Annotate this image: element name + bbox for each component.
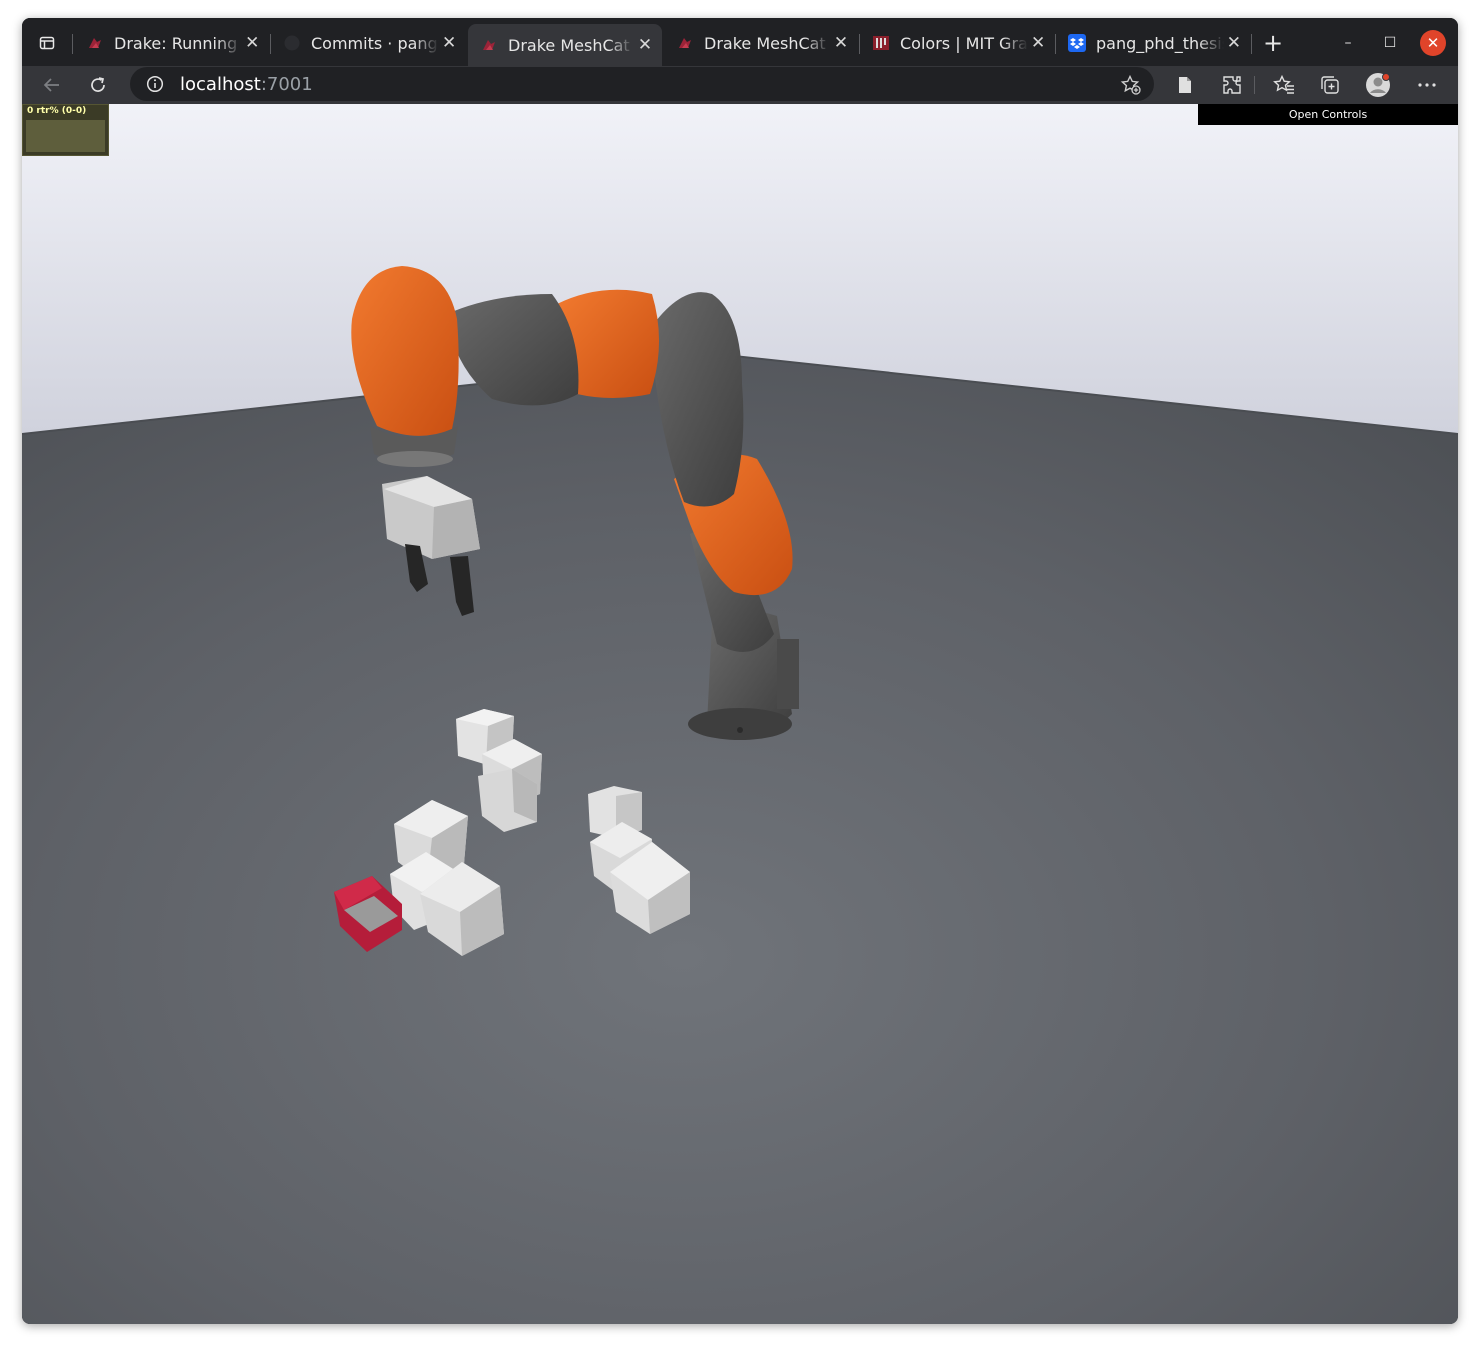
- tab-separator: [72, 34, 73, 54]
- close-tab-icon[interactable]: ✕: [242, 32, 262, 54]
- render-stats-label: 0 rtr% (0-0): [27, 106, 87, 116]
- close-tab-icon[interactable]: ✕: [1028, 32, 1048, 54]
- mit-icon: [872, 34, 890, 52]
- tab-title: Drake MeshCat: [508, 35, 630, 55]
- tab-dropbox-thesis[interactable]: pang_phd_thesis. ✕: [1056, 26, 1250, 60]
- tab-title: Commits · pangta: [311, 33, 439, 53]
- tab-drake-running[interactable]: Drake: Running Pr ✕: [74, 26, 268, 60]
- maximize-button[interactable]: ☐: [1377, 30, 1403, 56]
- new-tab-button[interactable]: +: [1258, 28, 1288, 58]
- render-stats-panel[interactable]: 0 rtr% (0-0): [22, 104, 109, 156]
- tab-commits[interactable]: Commits · pangta ✕: [271, 26, 465, 60]
- close-tab-icon[interactable]: ✕: [634, 34, 656, 56]
- collections-icon[interactable]: [1316, 71, 1344, 99]
- reload-icon[interactable]: [82, 69, 114, 101]
- minimize-button[interactable]: –: [1335, 30, 1361, 56]
- close-tab-icon[interactable]: ✕: [439, 32, 459, 54]
- tab-title: Drake: Running Pr: [114, 33, 242, 53]
- render-stats-graph: [26, 120, 105, 152]
- more-menu-icon[interactable]: [1413, 71, 1441, 99]
- url-host: localhost: [180, 74, 261, 95]
- extensions-icon[interactable]: [1218, 71, 1246, 99]
- tab-drake-meshcat[interactable]: Drake MeshCat ✕: [664, 26, 858, 60]
- drake-icon: [676, 34, 694, 52]
- close-tab-icon[interactable]: ✕: [1224, 32, 1244, 54]
- drake-icon: [86, 34, 104, 52]
- back-arrow-icon[interactable]: [36, 69, 68, 101]
- toolbar-separator: [1254, 76, 1255, 94]
- url-text[interactable]: localhost:7001: [180, 74, 313, 95]
- browser-toolbar: localhost:7001: [22, 66, 1458, 104]
- info-icon[interactable]: [146, 75, 164, 93]
- tab-separator: [1251, 34, 1252, 54]
- drake-icon: [480, 36, 498, 54]
- reading-view-icon[interactable]: [1171, 71, 1199, 99]
- dropbox-icon: [1068, 34, 1086, 52]
- browser-window: Drake: Running Pr ✕ Commits · pangta ✕ D…: [22, 18, 1458, 1324]
- close-window-button[interactable]: ✕: [1420, 30, 1446, 56]
- open-controls-button[interactable]: Open Controls: [1198, 104, 1458, 125]
- tab-drake-meshcat-active[interactable]: Drake MeshCat ✕: [468, 24, 662, 66]
- add-favorite-icon[interactable]: [1120, 74, 1142, 96]
- profile-avatar[interactable]: [1364, 71, 1392, 99]
- scene-render[interactable]: [22, 104, 1458, 1324]
- meshcat-viewport[interactable]: 0 rtr% (0-0) Open Controls: [22, 104, 1458, 1324]
- tab-strip: Drake: Running Pr ✕ Commits · pangta ✕ D…: [22, 18, 1458, 66]
- close-tab-icon[interactable]: ✕: [830, 32, 852, 54]
- tab-title: Drake MeshCat: [704, 33, 826, 53]
- favorites-icon[interactable]: [1270, 71, 1298, 99]
- url-port: :7001: [260, 74, 313, 95]
- tab-title: pang_phd_thesis.: [1096, 33, 1224, 53]
- address-bar[interactable]: localhost:7001: [130, 67, 1154, 101]
- tab-actions-icon[interactable]: [32, 28, 62, 58]
- tab-title: Colors | MIT Grapl: [900, 33, 1029, 53]
- tab-mit-colors[interactable]: Colors | MIT Grapl ✕: [860, 26, 1054, 60]
- github-icon: [283, 34, 301, 52]
